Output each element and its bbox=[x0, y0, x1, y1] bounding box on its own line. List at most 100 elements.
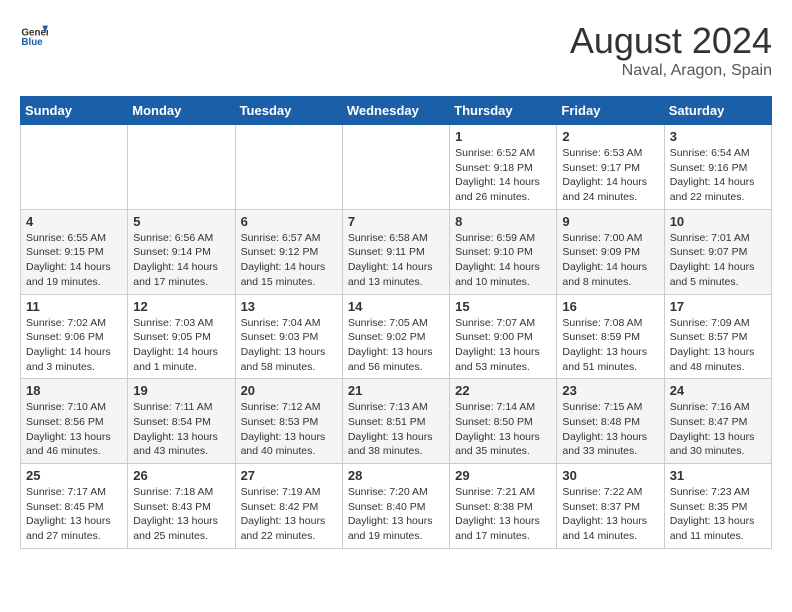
calendar-header-row: Sunday Monday Tuesday Wednesday Thursday… bbox=[21, 97, 772, 125]
day-detail: Sunrise: 7:19 AMSunset: 8:42 PMDaylight:… bbox=[241, 486, 326, 542]
header-tuesday: Tuesday bbox=[235, 97, 342, 125]
header-sunday: Sunday bbox=[21, 97, 128, 125]
table-row: 14 Sunrise: 7:05 AMSunset: 9:02 PMDayligh… bbox=[342, 294, 449, 379]
day-number: 12 bbox=[133, 299, 229, 314]
day-number: 20 bbox=[241, 383, 337, 398]
table-row: 9 Sunrise: 7:00 AMSunset: 9:09 PMDaylight… bbox=[557, 209, 664, 294]
day-detail: Sunrise: 7:10 AMSunset: 8:56 PMDaylight:… bbox=[26, 401, 111, 457]
header-monday: Monday bbox=[128, 97, 235, 125]
day-detail: Sunrise: 7:17 AMSunset: 8:45 PMDaylight:… bbox=[26, 486, 111, 542]
day-detail: Sunrise: 7:21 AMSunset: 8:38 PMDaylight:… bbox=[455, 486, 540, 542]
table-row bbox=[342, 125, 449, 210]
day-number: 22 bbox=[455, 383, 551, 398]
table-row: 21 Sunrise: 7:13 AMSunset: 8:51 PMDayligh… bbox=[342, 379, 449, 464]
table-row: 8 Sunrise: 6:59 AMSunset: 9:10 PMDaylight… bbox=[450, 209, 557, 294]
table-row: 11Sunrise: 7:02 AMSunset: 9:06 PMDayligh… bbox=[21, 294, 128, 379]
day-number: 6 bbox=[241, 214, 337, 229]
table-row: 24 Sunrise: 7:16 AMSunset: 8:47 PMDayligh… bbox=[664, 379, 771, 464]
table-row: 7 Sunrise: 6:58 AMSunset: 9:11 PMDaylight… bbox=[342, 209, 449, 294]
table-row: 2 Sunrise: 6:53 AMSunset: 9:17 PMDaylight… bbox=[557, 125, 664, 210]
day-number: 9 bbox=[562, 214, 658, 229]
day-detail: Sunrise: 7:15 AMSunset: 8:48 PMDaylight:… bbox=[562, 401, 647, 457]
title-area: August 2024 Naval, Aragon, Spain bbox=[570, 20, 772, 80]
svg-text:Blue: Blue bbox=[21, 37, 43, 48]
table-row: 26 Sunrise: 7:18 AMSunset: 8:43 PMDayligh… bbox=[128, 464, 235, 549]
day-number: 5 bbox=[133, 214, 229, 229]
day-detail: Sunrise: 6:52 AMSunset: 9:18 PMDaylight:… bbox=[455, 147, 540, 203]
day-number: 10 bbox=[670, 214, 766, 229]
table-row: 12 Sunrise: 7:03 AMSunset: 9:05 PMDayligh… bbox=[128, 294, 235, 379]
logo: General Blue bbox=[20, 20, 48, 48]
day-number: 28 bbox=[348, 468, 444, 483]
day-number: 7 bbox=[348, 214, 444, 229]
table-row: 23Sunrise: 7:15 AMSunset: 8:48 PMDayligh… bbox=[557, 379, 664, 464]
table-row: 10 Sunrise: 7:01 AMSunset: 9:07 PMDayligh… bbox=[664, 209, 771, 294]
day-detail: Sunrise: 7:14 AMSunset: 8:50 PMDaylight:… bbox=[455, 401, 540, 457]
header-saturday: Saturday bbox=[664, 97, 771, 125]
header-friday: Friday bbox=[557, 97, 664, 125]
day-detail: Sunrise: 7:12 AMSunset: 8:53 PMDaylight:… bbox=[241, 401, 326, 457]
table-row: 3 Sunrise: 6:54 AMSunset: 9:16 PMDaylight… bbox=[664, 125, 771, 210]
day-detail: Sunrise: 7:09 AMSunset: 8:57 PMDaylight:… bbox=[670, 317, 755, 373]
day-number: 30 bbox=[562, 468, 658, 483]
day-number: 14 bbox=[348, 299, 444, 314]
day-detail: Sunrise: 7:05 AMSunset: 9:02 PMDaylight:… bbox=[348, 317, 433, 373]
calendar-week-row: 1 Sunrise: 6:52 AMSunset: 9:18 PMDaylight… bbox=[21, 125, 772, 210]
calendar-week-row: 4 Sunrise: 6:55 AMSunset: 9:15 PMDaylight… bbox=[21, 209, 772, 294]
calendar-week-row: 25 Sunrise: 7:17 AMSunset: 8:45 PMDayligh… bbox=[21, 464, 772, 549]
table-row: 28 Sunrise: 7:20 AMSunset: 8:40 PMDayligh… bbox=[342, 464, 449, 549]
day-detail: Sunrise: 7:03 AMSunset: 9:05 PMDaylight:… bbox=[133, 317, 218, 373]
day-number: 4 bbox=[26, 214, 122, 229]
day-number: 24 bbox=[670, 383, 766, 398]
day-detail: Sunrise: 7:13 AMSunset: 8:51 PMDaylight:… bbox=[348, 401, 433, 457]
day-detail: Sunrise: 7:11 AMSunset: 8:54 PMDaylight:… bbox=[133, 401, 218, 457]
day-detail: Sunrise: 7:16 AMSunset: 8:47 PMDaylight:… bbox=[670, 401, 755, 457]
calendar-table: Sunday Monday Tuesday Wednesday Thursday… bbox=[20, 96, 772, 549]
table-row: 25 Sunrise: 7:17 AMSunset: 8:45 PMDayligh… bbox=[21, 464, 128, 549]
calendar-week-row: 11Sunrise: 7:02 AMSunset: 9:06 PMDayligh… bbox=[21, 294, 772, 379]
day-number: 25 bbox=[26, 468, 122, 483]
table-row: 15Sunrise: 7:07 AMSunset: 9:00 PMDayligh… bbox=[450, 294, 557, 379]
table-row: 17 Sunrise: 7:09 AMSunset: 8:57 PMDayligh… bbox=[664, 294, 771, 379]
day-number: 19 bbox=[133, 383, 229, 398]
day-detail: Sunrise: 7:18 AMSunset: 8:43 PMDaylight:… bbox=[133, 486, 218, 542]
day-number: 18 bbox=[26, 383, 122, 398]
page-title: August 2024 bbox=[570, 20, 772, 62]
day-number: 1 bbox=[455, 129, 551, 144]
table-row: 13Sunrise: 7:04 AMSunset: 9:03 PMDayligh… bbox=[235, 294, 342, 379]
table-row: 6 Sunrise: 6:57 AMSunset: 9:12 PMDaylight… bbox=[235, 209, 342, 294]
day-detail: Sunrise: 6:59 AMSunset: 9:10 PMDaylight:… bbox=[455, 232, 540, 288]
day-detail: Sunrise: 6:55 AMSunset: 9:15 PMDaylight:… bbox=[26, 232, 111, 288]
day-number: 17 bbox=[670, 299, 766, 314]
day-detail: Sunrise: 7:20 AMSunset: 8:40 PMDaylight:… bbox=[348, 486, 433, 542]
table-row bbox=[128, 125, 235, 210]
calendar-week-row: 18 Sunrise: 7:10 AMSunset: 8:56 PMDayligh… bbox=[21, 379, 772, 464]
day-detail: Sunrise: 6:56 AMSunset: 9:14 PMDaylight:… bbox=[133, 232, 218, 288]
table-row bbox=[21, 125, 128, 210]
header-thursday: Thursday bbox=[450, 97, 557, 125]
table-row: 22 Sunrise: 7:14 AMSunset: 8:50 PMDayligh… bbox=[450, 379, 557, 464]
day-number: 26 bbox=[133, 468, 229, 483]
table-row: 27 Sunrise: 7:19 AMSunset: 8:42 PMDayligh… bbox=[235, 464, 342, 549]
table-row: 31Sunrise: 7:23 AMSunset: 8:35 PMDayligh… bbox=[664, 464, 771, 549]
day-detail: Sunrise: 6:58 AMSunset: 9:11 PMDaylight:… bbox=[348, 232, 433, 288]
day-number: 8 bbox=[455, 214, 551, 229]
day-number: 2 bbox=[562, 129, 658, 144]
day-number: 3 bbox=[670, 129, 766, 144]
day-number: 16 bbox=[562, 299, 658, 314]
page-subtitle: Naval, Aragon, Spain bbox=[570, 62, 772, 80]
day-number: 29 bbox=[455, 468, 551, 483]
logo-icon: General Blue bbox=[20, 20, 48, 48]
day-detail: Sunrise: 6:53 AMSunset: 9:17 PMDaylight:… bbox=[562, 147, 647, 203]
table-row: 20 Sunrise: 7:12 AMSunset: 8:53 PMDayligh… bbox=[235, 379, 342, 464]
day-detail: Sunrise: 7:01 AMSunset: 9:07 PMDaylight:… bbox=[670, 232, 755, 288]
day-detail: Sunrise: 7:22 AMSunset: 8:37 PMDaylight:… bbox=[562, 486, 647, 542]
table-row: 19 Sunrise: 7:11 AMSunset: 8:54 PMDayligh… bbox=[128, 379, 235, 464]
table-row: 16Sunrise: 7:08 AMSunset: 8:59 PMDayligh… bbox=[557, 294, 664, 379]
day-detail: Sunrise: 6:57 AMSunset: 9:12 PMDaylight:… bbox=[241, 232, 326, 288]
day-detail: Sunrise: 7:00 AMSunset: 9:09 PMDaylight:… bbox=[562, 232, 647, 288]
day-number: 21 bbox=[348, 383, 444, 398]
day-detail: Sunrise: 6:54 AMSunset: 9:16 PMDaylight:… bbox=[670, 147, 755, 203]
day-number: 27 bbox=[241, 468, 337, 483]
table-row: 30 Sunrise: 7:22 AMSunset: 8:37 PMDayligh… bbox=[557, 464, 664, 549]
